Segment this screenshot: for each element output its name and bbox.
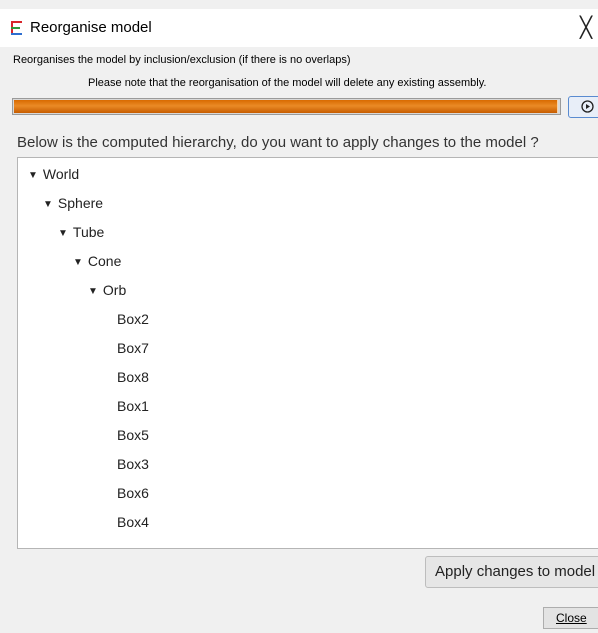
tree-node-label: Orb (102, 282, 127, 298)
tree-node-label: Box4 (117, 514, 149, 530)
tree-node[interactable]: ▼ Orb (88, 281, 126, 301)
app-e-icon (11, 21, 22, 35)
tree-node-label: Tube (72, 224, 105, 240)
tree-node-label: Box5 (117, 427, 149, 443)
tree-node[interactable]: Box8 (117, 368, 149, 386)
description-line-1: Reorganises the model by inclusion/exclu… (13, 54, 351, 66)
tree-node-label: Cone (87, 253, 122, 269)
tree-node[interactable]: Box3 (117, 455, 149, 473)
title-bar: Reorganise model ╳ (0, 9, 598, 47)
tree-node-label: Box1 (117, 398, 149, 414)
close-button[interactable]: Close (543, 607, 598, 629)
tree-node[interactable]: Box6 (117, 484, 149, 502)
tree-node-label: Box2 (117, 311, 149, 327)
tree-node[interactable]: Box7 (117, 339, 149, 357)
tree-node[interactable]: ▼ Cone (73, 252, 121, 272)
tree-node[interactable]: Box2 (117, 310, 149, 328)
hierarchy-question: Below is the computed hierarchy, do you … (17, 134, 539, 151)
expand-arrow-icon[interactable]: ▼ (88, 283, 98, 301)
play-circle-icon (581, 100, 594, 113)
close-icon[interactable]: ╳ (580, 15, 592, 39)
tree-node-label: Box6 (117, 485, 149, 501)
tree-node-label: Sphere (57, 195, 104, 211)
apply-changes-button[interactable]: Apply changes to model (425, 556, 598, 588)
tree-node[interactable]: Box4 (117, 513, 149, 531)
tree-node[interactable]: ▼ Sphere (43, 194, 103, 214)
expand-arrow-icon[interactable]: ▼ (73, 254, 83, 272)
window-title: Reorganise model (30, 19, 152, 36)
progress-bar-fill (14, 100, 558, 113)
tree-node[interactable]: Box1 (117, 397, 149, 415)
hierarchy-tree: ▼ World ▼ Sphere ▼ Tube ▼ Cone ▼ Orb Box2 Box7 Box8 B… (17, 157, 598, 549)
tree-node[interactable]: ▼ Tube (58, 223, 104, 243)
expand-arrow-icon[interactable]: ▼ (58, 225, 68, 243)
tree-node-label: Box3 (117, 456, 149, 472)
tree-node[interactable]: ▼ World (28, 165, 79, 185)
progress-bar (12, 98, 561, 115)
tree-node-label: World (42, 166, 80, 182)
expand-arrow-icon[interactable]: ▼ (43, 196, 53, 214)
tree-node[interactable]: Box5 (117, 426, 149, 444)
description-line-2: Please note that the reorganisation of t… (88, 77, 487, 89)
tree-node-label: Box8 (117, 369, 149, 385)
run-button[interactable] (568, 96, 598, 118)
expand-arrow-icon[interactable]: ▼ (28, 167, 38, 185)
tree-node-label: Box7 (117, 340, 149, 356)
